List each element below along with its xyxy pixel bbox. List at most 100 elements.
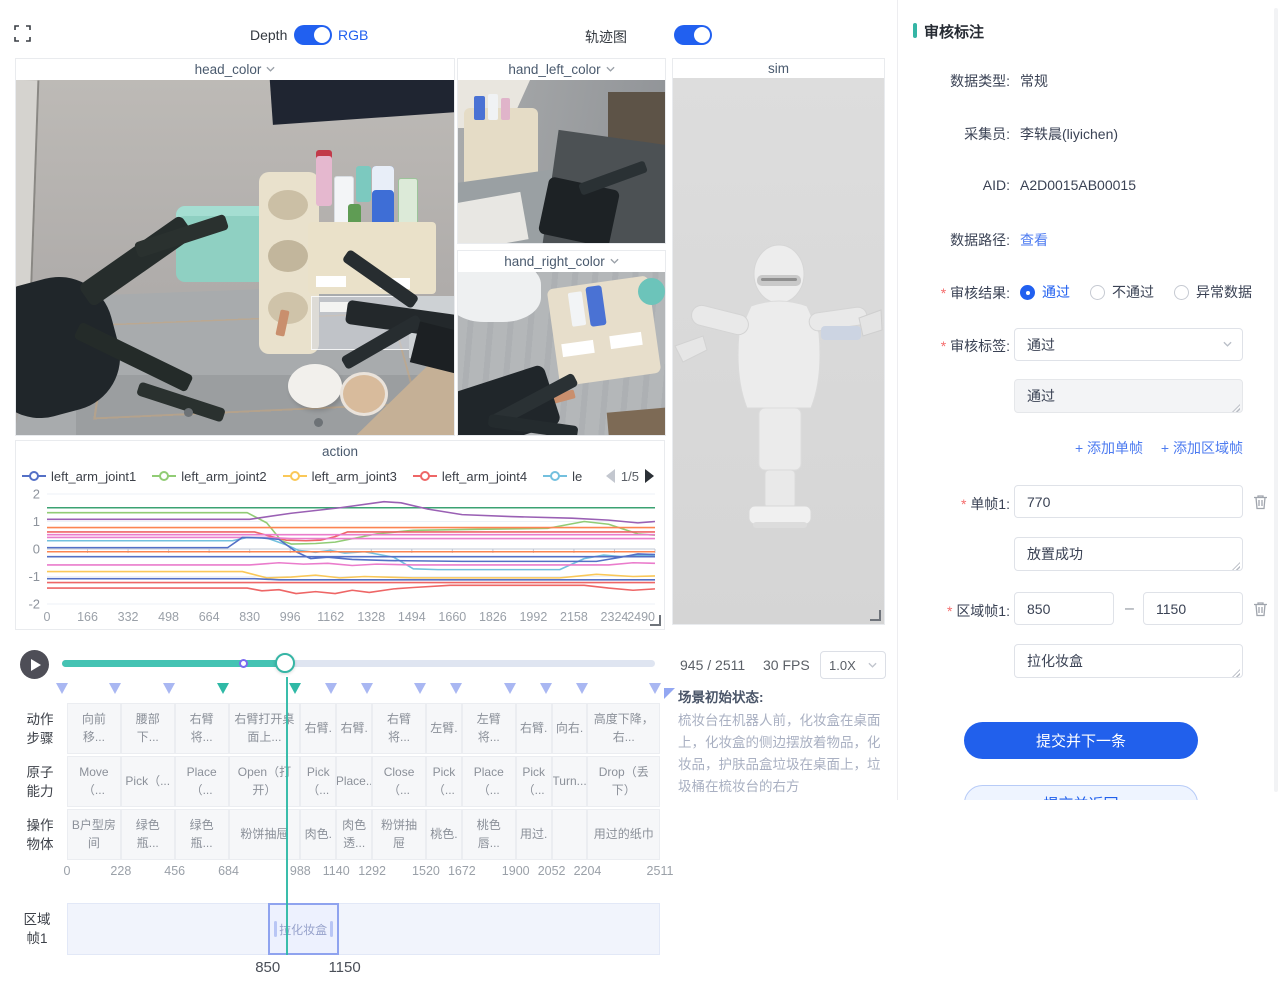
head-camera-title[interactable]: head_color bbox=[16, 59, 454, 80]
step-marker-triangle[interactable] bbox=[504, 683, 516, 694]
single-frame-note-textarea[interactable]: 放置成功 bbox=[1014, 537, 1243, 571]
drawer-knob bbox=[184, 408, 193, 417]
white-cloth bbox=[458, 272, 541, 322]
segment-right-handle[interactable] bbox=[330, 921, 333, 937]
add-single-frame-link[interactable]: + 添加单帧 bbox=[1075, 440, 1143, 456]
region-end-input[interactable] bbox=[1143, 592, 1243, 625]
legend-item[interactable]: left_arm_joint1 bbox=[22, 469, 136, 484]
legend-item[interactable]: left_arm_joint3 bbox=[283, 469, 397, 484]
resize-corner-icon[interactable] bbox=[870, 610, 881, 621]
axis-tick-label: 1140 bbox=[323, 864, 350, 878]
caddy-label bbox=[316, 276, 346, 287]
step-cell: 肉色. bbox=[300, 809, 336, 860]
step-marker-triangle[interactable] bbox=[576, 683, 588, 694]
sim-viewport[interactable] bbox=[673, 78, 884, 624]
tag-select[interactable]: 通过 bbox=[1014, 328, 1243, 361]
hand-left-camera-title[interactable]: hand_left_color bbox=[458, 59, 665, 80]
radio-pass[interactable] bbox=[1020, 285, 1035, 300]
action-chart[interactable]: 210-1-2016633249866483099611621328149416… bbox=[17, 486, 663, 628]
submit-next-button[interactable]: 提交并下一条 bbox=[964, 722, 1198, 759]
radio-abnormal[interactable] bbox=[1174, 285, 1189, 300]
step-cell: 右臂. bbox=[516, 703, 552, 754]
organizer-hole bbox=[268, 240, 308, 272]
row-label-objects: 操作物体 bbox=[15, 816, 65, 854]
delete-single-frame-icon[interactable] bbox=[1253, 494, 1268, 510]
step-cell: 粉饼抽屉 bbox=[229, 809, 301, 860]
step-marker-triangle[interactable] bbox=[163, 683, 175, 694]
step-marker-triangle[interactable] bbox=[540, 683, 552, 694]
step-cell: 向前移... bbox=[67, 703, 121, 754]
tag-note-textarea[interactable]: 通过 bbox=[1014, 379, 1243, 413]
data-path-link[interactable]: 查看 bbox=[1020, 230, 1048, 250]
step-marker-triangle[interactable] bbox=[289, 683, 301, 694]
hand-right-camera-title[interactable]: hand_right_color bbox=[458, 251, 665, 272]
chevron-down-icon bbox=[606, 65, 615, 74]
chart-legend: left_arm_joint1 left_arm_joint2 left_arm… bbox=[22, 464, 662, 488]
legend-prev-icon[interactable] bbox=[606, 469, 615, 483]
step-marker-triangle[interactable] bbox=[361, 683, 373, 694]
axis-tick-label: 1292 bbox=[358, 864, 386, 878]
step-cell: 右臂将... bbox=[372, 703, 426, 754]
step-cell: 用过的纸巾 bbox=[587, 809, 660, 860]
legend-label: le bbox=[572, 469, 582, 484]
step-cell: Place（... bbox=[462, 756, 516, 807]
axis-tick-label: 1520 bbox=[412, 864, 440, 878]
review-panel-title: 审核标注 bbox=[924, 21, 984, 42]
step-marker-triangle[interactable] bbox=[109, 683, 121, 694]
step-cell: 绿色瓶... bbox=[121, 809, 175, 860]
region-note-textarea[interactable]: 拉化妆盒 bbox=[1014, 644, 1243, 678]
data-type-label: 数据类型: bbox=[898, 71, 1010, 91]
camera-title-text: head_color bbox=[195, 62, 262, 77]
playback-slider[interactable] bbox=[62, 660, 655, 667]
legend-item[interactable]: le bbox=[543, 469, 582, 484]
radio-pass-label[interactable]: 通过 bbox=[1042, 284, 1070, 300]
submit-return-button[interactable]: 提交并返回 bbox=[964, 785, 1198, 800]
play-button[interactable] bbox=[20, 650, 49, 679]
add-region-frame-link[interactable]: + 添加区域帧 bbox=[1161, 440, 1243, 456]
axis-tick-label: 228 bbox=[110, 864, 131, 878]
legend-marker-icon bbox=[152, 471, 176, 481]
aid-value: A2D0015AB00015 bbox=[1020, 177, 1136, 193]
svg-text:1494: 1494 bbox=[398, 610, 426, 624]
step-marker-triangle[interactable] bbox=[414, 683, 426, 694]
scrollbar[interactable] bbox=[1274, 8, 1278, 792]
region-start-input[interactable] bbox=[1014, 592, 1114, 625]
legend-item[interactable]: left_arm_joint2 bbox=[152, 469, 266, 484]
step-cell: 腰部下... bbox=[121, 703, 175, 754]
axis-tick-label: 1672 bbox=[448, 864, 476, 878]
step-cell: Drop（丢下） bbox=[587, 756, 660, 807]
speed-select[interactable]: 1.0X bbox=[820, 651, 886, 679]
scene-state-title: 场景初始状态: bbox=[678, 686, 888, 706]
single-frame-input[interactable] bbox=[1014, 485, 1243, 518]
step-cell: Place（... bbox=[175, 756, 229, 807]
data-path-label: 数据路径: bbox=[898, 230, 1010, 250]
depth-rgb-toggle[interactable] bbox=[294, 25, 332, 45]
svg-text:-2: -2 bbox=[28, 597, 40, 612]
sim-panel: sim bbox=[672, 58, 885, 625]
step-marker-triangle[interactable] bbox=[325, 683, 337, 694]
step-marker-triangle[interactable] bbox=[56, 683, 68, 694]
axis-tick-label: 456 bbox=[164, 864, 185, 878]
step-cell: 粉饼抽屉 bbox=[372, 809, 426, 860]
region-segment[interactable]: 拉化妆盒 bbox=[268, 903, 339, 955]
step-cell: 右臂打开桌面上... bbox=[229, 703, 301, 754]
step-marker-triangle[interactable] bbox=[649, 683, 661, 694]
delete-region-frame-icon[interactable] bbox=[1253, 601, 1268, 617]
region-frame-track[interactable]: 拉化妆盒 bbox=[67, 903, 660, 955]
step-marker-triangle[interactable] bbox=[217, 683, 229, 694]
legend-next-icon[interactable] bbox=[645, 469, 654, 483]
review-panel: 审核标注 数据类型: 常规 采集员: 李轶晨(liyichen) AID: A2… bbox=[897, 0, 1280, 800]
step-marker-triangle[interactable] bbox=[450, 683, 462, 694]
single-frame-label: 单帧1: bbox=[898, 494, 1010, 514]
data-type-value: 常规 bbox=[1020, 71, 1048, 91]
range-dash: – bbox=[1125, 600, 1134, 618]
radio-abnormal-label[interactable]: 异常数据 bbox=[1196, 284, 1252, 300]
radio-fail[interactable] bbox=[1090, 285, 1105, 300]
trajectory-toggle[interactable] bbox=[674, 25, 712, 45]
segment-left-handle[interactable] bbox=[274, 921, 277, 937]
legend-item[interactable]: left_arm_joint4 bbox=[413, 469, 527, 484]
radio-fail-label[interactable]: 不通过 bbox=[1112, 284, 1154, 300]
slider-handle[interactable] bbox=[275, 653, 295, 673]
fullscreen-icon[interactable] bbox=[14, 25, 31, 47]
action-chart-title: action bbox=[16, 441, 664, 462]
